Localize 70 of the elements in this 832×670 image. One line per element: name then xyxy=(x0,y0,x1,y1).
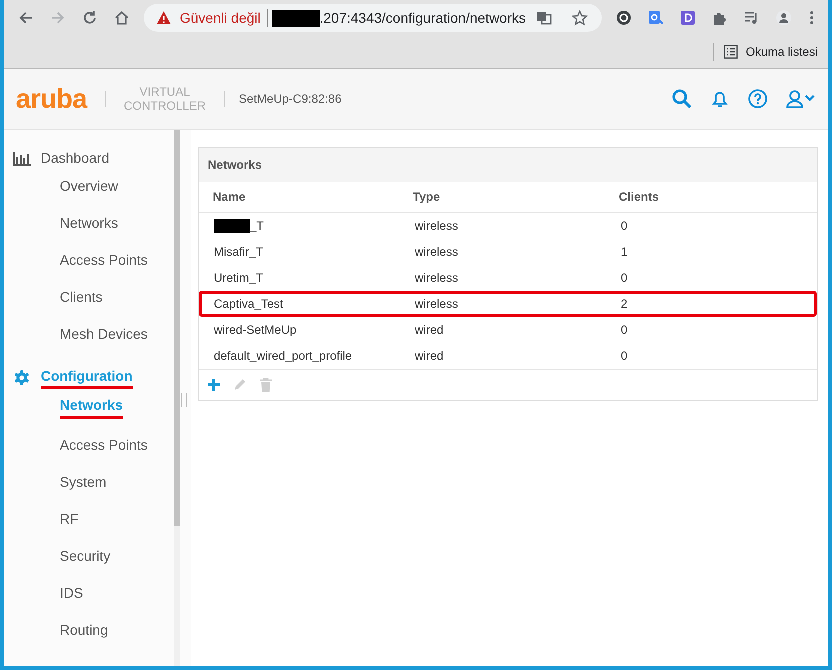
sidebar-item[interactable]: RF xyxy=(60,509,79,530)
table-row[interactable]: wired-SetMeUp wired 0 xyxy=(199,317,817,343)
resize-handle[interactable] xyxy=(181,393,187,407)
table-cell-text: wired xyxy=(414,349,445,363)
table-row[interactable]: default_wired_port_profile wired 0 xyxy=(199,343,817,369)
playlist-icon[interactable] xyxy=(744,10,760,26)
column-header: Clients xyxy=(619,190,660,204)
bell-icon[interactable] xyxy=(710,89,730,109)
help-icon[interactable] xyxy=(748,89,768,109)
back-icon[interactable] xyxy=(18,10,34,26)
table-cell: default_wired_port_profile xyxy=(214,349,352,363)
table-cell-text: wireless xyxy=(414,245,460,259)
list-icon xyxy=(724,45,738,59)
reload-icon[interactable] xyxy=(82,10,98,26)
home-icon[interactable] xyxy=(114,10,130,26)
translate-extension-icon[interactable] xyxy=(648,10,664,26)
sidebar-item[interactable]: Overview xyxy=(60,176,118,197)
table-cell: Captiva_Test xyxy=(214,297,284,311)
sidebar-item[interactable]: Access Points xyxy=(60,250,148,271)
sidebar-section[interactable]: Dashboard xyxy=(41,150,110,168)
table-cell: wired-SetMeUp xyxy=(214,323,297,337)
user-menu-icon[interactable] xyxy=(786,89,816,109)
table-cell-text: 0 xyxy=(621,219,629,233)
bar-chart-icon xyxy=(13,151,31,167)
table-cell-text: 0 xyxy=(621,323,629,337)
sidebar-item[interactable]: IDS xyxy=(60,583,84,604)
table-cell-text: 0 xyxy=(621,349,629,363)
sidebar-item[interactable]: Clients xyxy=(60,287,103,308)
column-header: Type xyxy=(413,190,442,204)
device-name: SetMeUp-C9:82:86 xyxy=(239,92,342,106)
star-icon[interactable] xyxy=(572,10,588,26)
profile-icon[interactable] xyxy=(776,10,792,26)
product-name: VIRTUAL CONTROLLER xyxy=(123,85,208,113)
add-icon[interactable] xyxy=(207,378,221,392)
sidebar-item[interactable]: Routing xyxy=(60,620,108,641)
table-cell-text: wireless xyxy=(414,271,460,285)
warning-icon xyxy=(156,10,172,26)
table-cell-text: wireless xyxy=(414,297,460,311)
table-cell: Uretim_T xyxy=(214,271,264,285)
highlighted-row[interactable]: Captiva_Test wireless 2 xyxy=(199,291,817,317)
table-row[interactable]: Uretim_T wireless 0 xyxy=(199,265,817,291)
sidebar-item[interactable]: System xyxy=(60,472,107,493)
sidebar-item[interactable]: Mesh Devices xyxy=(60,324,148,345)
search-icon[interactable] xyxy=(672,89,692,109)
table-cell-text: 2 xyxy=(621,297,629,311)
table-row[interactable]: Misafir_T wireless 1 xyxy=(199,239,817,265)
reading-list-button[interactable]: Okuma listesi xyxy=(746,45,818,59)
table-cell-text: wireless xyxy=(414,219,460,233)
security-label: Güvenli değil xyxy=(180,10,261,26)
translate-icon[interactable] xyxy=(536,10,552,26)
logo: aruba xyxy=(16,84,88,114)
address-bar[interactable]: Güvenli değil .207:4343/configuration/networks xyxy=(144,4,602,32)
panel-title: Networks xyxy=(208,158,262,172)
puzzle-icon[interactable] xyxy=(712,10,728,26)
table-cell-text: wired xyxy=(414,323,445,337)
sidebar-item[interactable]: Networks xyxy=(60,213,118,234)
table-cell: Misafir_T xyxy=(214,245,264,259)
extension-icon[interactable] xyxy=(616,10,632,26)
sidebar-item[interactable]: Security xyxy=(60,546,111,567)
menu-icon[interactable] xyxy=(810,10,814,26)
url-text: .207:4343/configuration/networks xyxy=(320,10,526,26)
table-row[interactable]: _T wireless 0 xyxy=(199,213,817,239)
table-cell-text: 0 xyxy=(621,271,629,285)
sidebar-item[interactable]: Access Points xyxy=(60,435,148,456)
table-cell: _T xyxy=(250,219,264,233)
gear-icon xyxy=(13,370,31,386)
column-header: Name xyxy=(213,190,247,204)
extension-icon[interactable] xyxy=(680,10,696,26)
scrollbar-thumb[interactable] xyxy=(174,130,180,526)
table-cell-text: 1 xyxy=(621,245,629,259)
